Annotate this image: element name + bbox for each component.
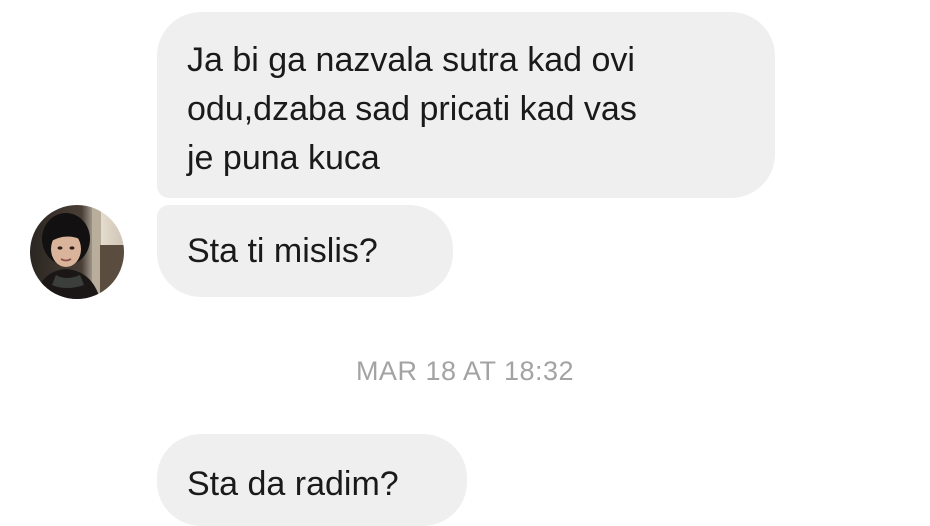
message-text-line: Sta ti mislis? bbox=[187, 232, 378, 270]
message-text-line: Ja bi ga nazvala sutra kad ovi bbox=[187, 41, 635, 79]
message-thread: Ja bi ga nazvala sutra kad ovi odu,dzaba… bbox=[0, 0, 930, 526]
message-bubble[interactable]: Ja bi ga nazvala sutra kad ovi odu,dzaba… bbox=[157, 12, 775, 198]
message-text-line: odu,dzaba sad pricati kad vas bbox=[187, 90, 637, 128]
message-timestamp: MAR 18 AT 18:32 bbox=[355, 356, 575, 386]
message-bubble[interactable]: Sta da radim? bbox=[157, 434, 467, 526]
message-text-line: Sta da radim? bbox=[187, 465, 399, 503]
message-bubble[interactable]: Sta ti mislis? bbox=[157, 205, 453, 297]
contact-avatar[interactable] bbox=[30, 205, 124, 299]
contact-avatar-photo-icon bbox=[30, 205, 124, 299]
message-text-line: je puna kuca bbox=[187, 139, 380, 177]
